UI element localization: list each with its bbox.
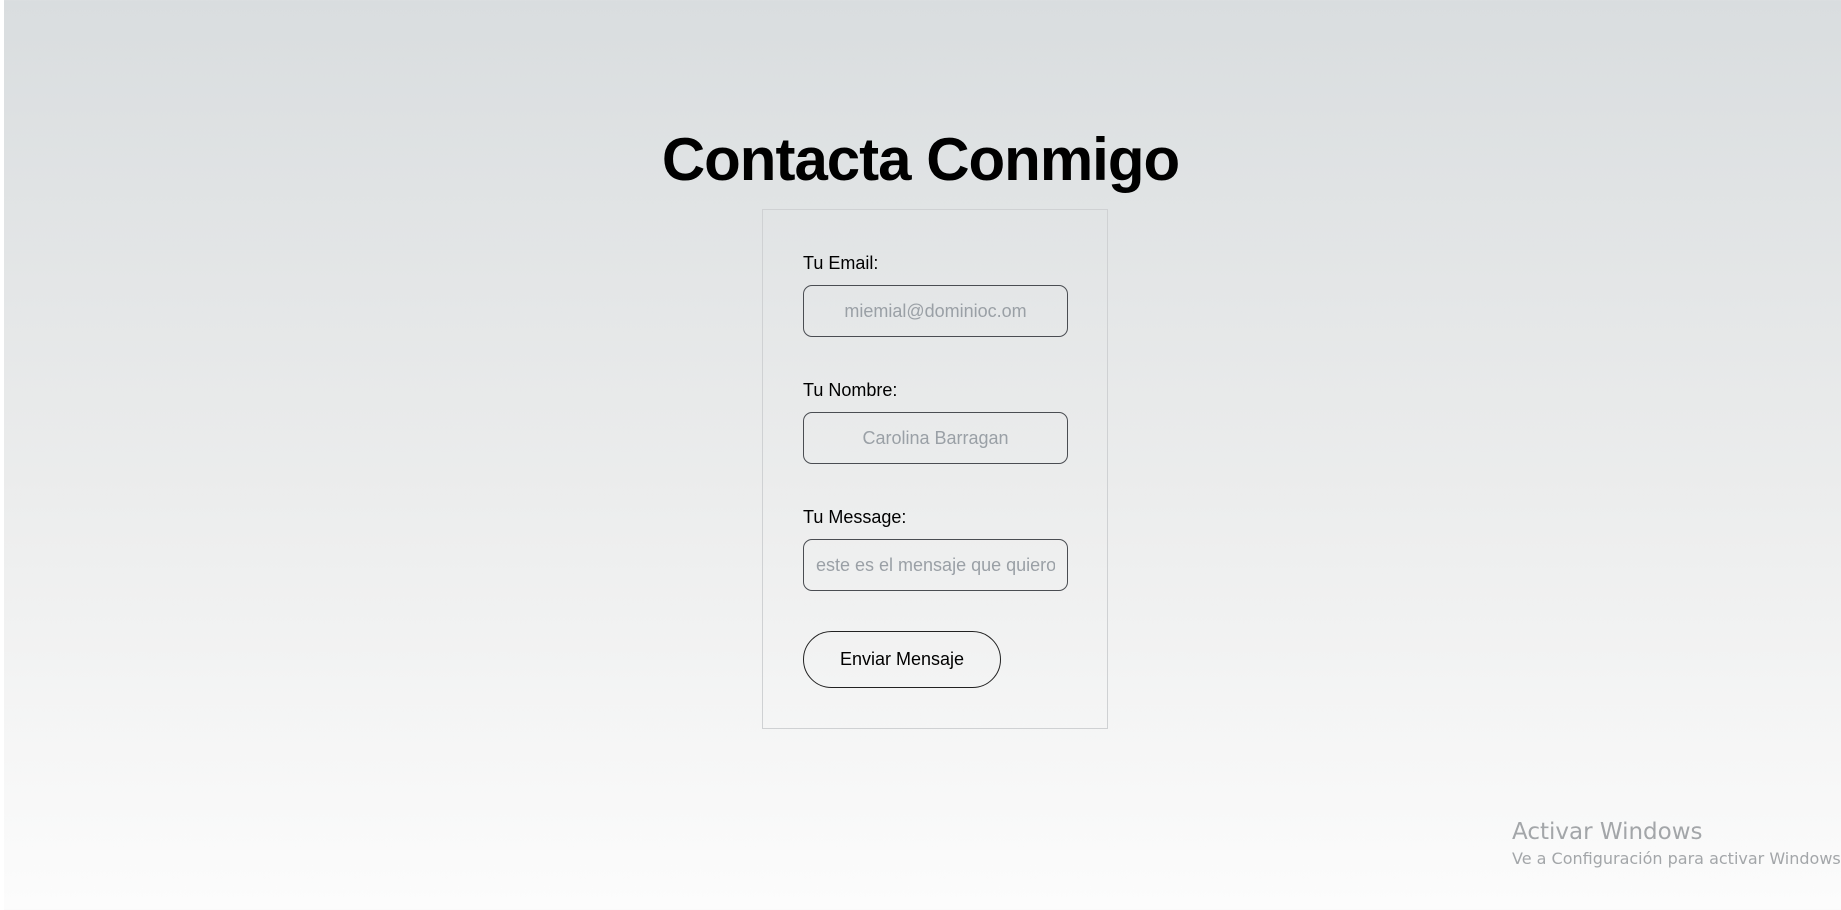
name-field[interactable]	[803, 412, 1068, 464]
email-label: Tu Email:	[803, 253, 879, 273]
send-message-button[interactable]: Enviar Mensaje	[803, 631, 1001, 688]
page-title: Contacta Conmigo	[661, 126, 1180, 193]
message-label: Tu Message:	[803, 507, 907, 527]
contact-form: Tu Email: Tu Nombre: Tu Message: Enviar …	[762, 209, 1108, 729]
name-label: Tu Nombre:	[803, 380, 898, 400]
watermark-title: Activar Windows	[1512, 819, 1703, 845]
email-field[interactable]	[803, 285, 1068, 337]
activate-windows-watermark: Activar Windows Ve a Configuración para …	[1512, 818, 1841, 872]
watermark-subtitle: Ve a Configuración para activar Windows.	[1512, 849, 1841, 868]
message-field[interactable]	[803, 539, 1068, 591]
